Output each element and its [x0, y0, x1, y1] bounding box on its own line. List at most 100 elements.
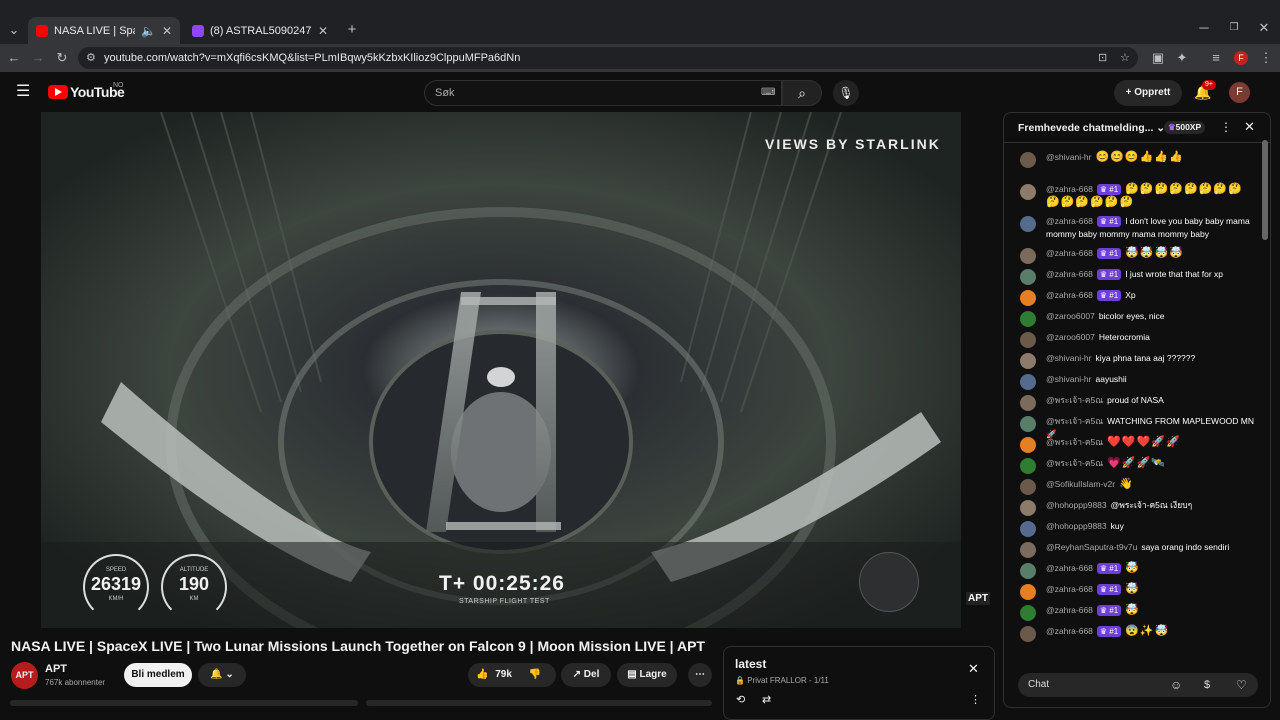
chat-message[interactable]: @hohoppp9883 kuy [1018, 520, 1256, 537]
super-chat-icon[interactable]: $ [1204, 673, 1210, 697]
chat-author[interactable]: @zaroo6007 [1046, 311, 1095, 321]
recommendation-box[interactable] [366, 700, 712, 706]
chat-mode-dropdown[interactable]: Fremhevede chatmelding... ⌄ [1018, 122, 1165, 134]
voice-search-button[interactable]: 🎙 [833, 80, 859, 106]
subscribe-bell-button[interactable]: 🔔 ⌄ [198, 663, 246, 687]
chat-avatar[interactable] [1020, 216, 1036, 232]
chat-avatar[interactable] [1020, 458, 1036, 474]
chat-author[interactable]: @พระเจ้า-ค5ณ [1046, 458, 1103, 468]
chat-avatar[interactable] [1020, 374, 1036, 390]
description-box[interactable] [10, 700, 358, 706]
chat-author[interactable]: @shivani-hr [1046, 152, 1091, 162]
restore-icon[interactable]: ❐ [1226, 20, 1242, 36]
xp-badge[interactable]: ♛500XP [1164, 121, 1206, 134]
chat-message[interactable]: @SofikulIslam-v2r 👋 [1018, 478, 1256, 495]
chat-avatar[interactable] [1020, 311, 1036, 327]
chat-avatar[interactable] [1020, 248, 1036, 264]
chat-author[interactable]: @shivani-hr [1046, 353, 1091, 363]
chat-author[interactable]: @hohoppp9883 [1046, 521, 1107, 531]
chat-author[interactable]: @พระเจ้า-ค5ณ [1046, 395, 1103, 405]
chat-message[interactable]: @zahra-668 ♛ #1 I just wrote that that for… [1018, 268, 1256, 285]
chat-close-icon[interactable]: ✕ [1244, 119, 1255, 135]
chat-author[interactable]: @zahra-668 [1046, 216, 1093, 226]
profile-avatar[interactable]: F [1234, 51, 1248, 65]
playlist-close-icon[interactable]: ✕ [968, 661, 979, 677]
chat-menu-icon[interactable]: ⋮ [1220, 120, 1232, 134]
like-icon[interactable]: 👍 [476, 669, 488, 680]
chat-author[interactable]: @zahra-668 [1046, 269, 1093, 279]
chat-author[interactable]: @zahra-668 [1046, 248, 1093, 258]
new-tab-button[interactable]: + [344, 22, 360, 38]
chat-avatar[interactable] [1020, 184, 1036, 200]
chat-message[interactable]: @zahra-668 ♛ #1 I don't love you baby baby… [1018, 215, 1256, 241]
like-count[interactable]: 79k [495, 669, 512, 680]
video-player[interactable]: VIEWS BY STARLINK SPEED 26319 KM/H ALTIT… [41, 112, 961, 628]
save-button[interactable]: ▤ Lagre [617, 663, 677, 687]
hamburger-menu-icon[interactable]: ☰ [16, 84, 30, 100]
chat-author[interactable]: @zahra-668 [1046, 563, 1093, 573]
chat-avatar[interactable] [1020, 290, 1036, 306]
chat-message[interactable]: @zahra-668 ♛ #1 😨✨🤯 [1018, 625, 1256, 642]
chat-author[interactable]: @zahra-668 [1046, 290, 1093, 300]
install-icon[interactable]: ⊡ [1098, 47, 1107, 69]
chat-author[interactable]: @zaroo6007 [1046, 332, 1095, 342]
bookmark-star-icon[interactable]: ☆ [1120, 47, 1130, 69]
share-button[interactable]: ↗ Del [561, 663, 611, 687]
tab-close-icon[interactable]: ✕ [162, 24, 172, 38]
heart-icon[interactable]: ♡ [1236, 673, 1247, 697]
dislike-icon[interactable]: 👎 [529, 669, 541, 680]
chat-avatar[interactable] [1020, 605, 1036, 621]
site-info-icon[interactable]: ⚙ [86, 47, 96, 69]
chat-avatar[interactable] [1020, 563, 1036, 579]
chat-message[interactable]: @zahra-668 ♛ #1 🤯 [1018, 583, 1256, 600]
search-button[interactable]: ⌕ [782, 80, 822, 106]
chat-message[interactable]: @zahra-668 ♛ #1 🤔🤔🤔🤔🤔🤔🤔🤔🤔🤔🤔🤔🤔🤔 [1018, 183, 1256, 209]
chat-message[interactable]: @shivani-hr aayushii [1018, 373, 1256, 390]
tab-youtube[interactable]: NASA LIVE | SpaceX LIVE | T 🔈 ✕ [28, 17, 180, 44]
back-icon[interactable]: ← [6, 50, 22, 66]
chat-avatar[interactable] [1020, 584, 1036, 600]
forward-icon[interactable]: → [30, 50, 46, 66]
chat-message[interactable]: @ReyhanSaputra-t9v7u saya orang indo send… [1018, 541, 1256, 558]
window-close-icon[interactable]: ✕ [1256, 20, 1272, 36]
join-button[interactable]: Bli medlem [124, 663, 192, 687]
chat-avatar[interactable] [1020, 626, 1036, 642]
chat-avatar[interactable] [1020, 416, 1036, 432]
youtube-logo-icon[interactable] [48, 85, 68, 99]
playlist-menu-icon[interactable]: ⋮ [970, 693, 981, 706]
chat-avatar[interactable] [1020, 500, 1036, 516]
chat-author[interactable]: @SofikulIslam-v2r [1046, 479, 1115, 489]
create-button[interactable]: + Opprett [1114, 80, 1182, 106]
keyboard-icon[interactable]: ⌨ [761, 81, 775, 105]
chat-author[interactable]: @พระเจ้า-ค5ณ [1046, 437, 1103, 447]
account-avatar[interactable]: F [1229, 82, 1250, 103]
chat-author[interactable]: @ReyhanSaputra-t9v7u [1046, 542, 1137, 552]
tab-close-icon[interactable]: ✕ [318, 24, 328, 38]
chat-message[interactable]: @พระเจ้า-ค5ณ proud of NASA [1018, 394, 1256, 411]
chat-message[interactable]: @zaroo6007 Heterocromia [1018, 331, 1256, 348]
channel-name[interactable]: APT [45, 663, 67, 675]
puzzle-icon[interactable]: ✦ [1174, 50, 1190, 66]
chat-message[interactable]: @shivani-hr 😊😊😊👍👍👍 [1018, 151, 1256, 168]
extension-icon[interactable]: ▣ [1150, 50, 1166, 66]
chat-author[interactable]: @zahra-668 [1046, 184, 1093, 194]
minimize-icon[interactable]: ─ [1196, 20, 1212, 36]
chat-author[interactable]: @zahra-668 [1046, 626, 1093, 636]
chat-message[interactable]: @hohoppp9883 @พระเจ้า-ค5ณ เงียบๆ [1018, 499, 1256, 516]
more-actions-icon[interactable]: ⋯ [688, 663, 712, 687]
chat-avatar[interactable] [1020, 152, 1036, 168]
chat-avatar[interactable] [1020, 521, 1036, 537]
chat-scrollbar[interactable] [1262, 140, 1268, 240]
reload-icon[interactable]: ↻ [54, 50, 70, 66]
chat-message[interactable]: @พระเจ้า-ค5ณ ❤️❤️❤️🚀🚀 [1018, 436, 1256, 453]
chat-message[interactable]: @zaroo6007 bicolor eyes, nice [1018, 310, 1256, 327]
chat-message[interactable]: @zahra-668 ♛ #1 🤯 [1018, 604, 1256, 621]
chat-avatar[interactable] [1020, 479, 1036, 495]
chat-avatar[interactable] [1020, 542, 1036, 558]
loop-icon[interactable]: ⟲ [736, 693, 745, 706]
search-input[interactable]: Søk ⌨ [424, 80, 782, 106]
chat-message[interactable]: @zahra-668 ♛ #1 🤯🤯🤯🤯 [1018, 247, 1256, 264]
chat-author[interactable]: @zahra-668 [1046, 605, 1093, 615]
chat-message[interactable]: @shivani-hr kiya phna tana aaj ?????? [1018, 352, 1256, 369]
tab-twitch[interactable]: (8) ASTRAL5090247 - Twitch ✕ [184, 17, 336, 44]
